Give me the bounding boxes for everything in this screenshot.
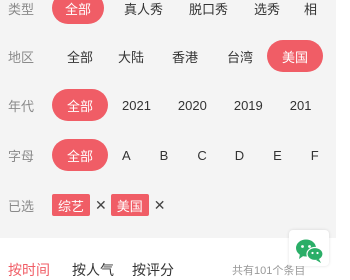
filter-row-label: 类型 xyxy=(8,1,35,17)
selected-tag-variety: 综艺 xyxy=(52,194,91,216)
filter-option-all[interactable]: 全部 xyxy=(52,0,104,24)
filter-row-label: 年代 xyxy=(8,98,35,114)
filter-option-2019[interactable]: 2019 xyxy=(234,89,263,121)
filter-option-d[interactable]: D xyxy=(235,139,244,171)
filter-option-reality-show[interactable]: 真人秀 xyxy=(124,0,163,24)
filter-row-label: 字母 xyxy=(8,148,35,164)
filter-option-all[interactable]: 全部 xyxy=(52,40,108,72)
filter-row-type: 类型 全部 真人秀 脱口秀 选秀 相 xyxy=(0,0,317,26)
filter-option-all[interactable]: 全部 xyxy=(52,89,108,121)
filter-option-all[interactable]: 全部 xyxy=(52,139,108,171)
filter-option-more[interactable]: 相 xyxy=(304,0,317,24)
filter-option-talk-show[interactable]: 脱口秀 xyxy=(189,0,228,24)
wechat-icon xyxy=(296,239,324,263)
filter-row-year: 年代 全部 2021 2020 2019 201 xyxy=(0,87,311,123)
filter-option-b[interactable]: B xyxy=(160,139,169,171)
filter-row-label: 已选 xyxy=(8,198,35,214)
sort-by-popularity[interactable]: 按人气 xyxy=(72,260,114,280)
wechat-button[interactable] xyxy=(289,230,329,266)
filter-row-letter: 字母 全部 A B C D E F xyxy=(0,137,319,173)
filter-option-a[interactable]: A xyxy=(122,139,131,171)
filter-option-f[interactable]: F xyxy=(311,139,319,171)
filter-option-mainland[interactable]: 大陆 xyxy=(118,40,144,72)
remove-tag-usa-icon[interactable]: ✕ xyxy=(154,197,166,214)
filter-option-hongkong[interactable]: 香港 xyxy=(172,40,198,72)
selected-tag-usa: 美国 xyxy=(110,194,149,216)
sort-by-rating[interactable]: 按评分 xyxy=(132,260,174,280)
filter-row-selected: 已选 综艺 ✕ 美国 ✕ xyxy=(0,187,170,223)
filter-option-e[interactable]: E xyxy=(273,139,282,171)
filter-option-c[interactable]: C xyxy=(197,139,206,171)
filter-option-2020[interactable]: 2020 xyxy=(178,89,207,121)
filter-row-label: 地区 xyxy=(8,49,35,65)
sort-by-time[interactable]: 按时间 xyxy=(8,260,50,280)
remove-tag-variety-icon[interactable]: ✕ xyxy=(95,197,107,214)
filter-option-talent-show[interactable]: 选秀 xyxy=(254,0,280,24)
filter-row-region: 地区 全部 大陆 香港 台湾 美国 xyxy=(0,38,324,74)
filter-option-usa[interactable]: 美国 xyxy=(267,40,324,72)
filter-option-taiwan[interactable]: 台湾 xyxy=(227,40,253,72)
filter-option-2018[interactable]: 201 xyxy=(290,89,312,121)
filter-option-2021[interactable]: 2021 xyxy=(122,89,151,121)
filter-panel: 类型 全部 真人秀 脱口秀 选秀 相 地区 全部 大陆 香港 台湾 美国 年代 … xyxy=(0,0,336,238)
